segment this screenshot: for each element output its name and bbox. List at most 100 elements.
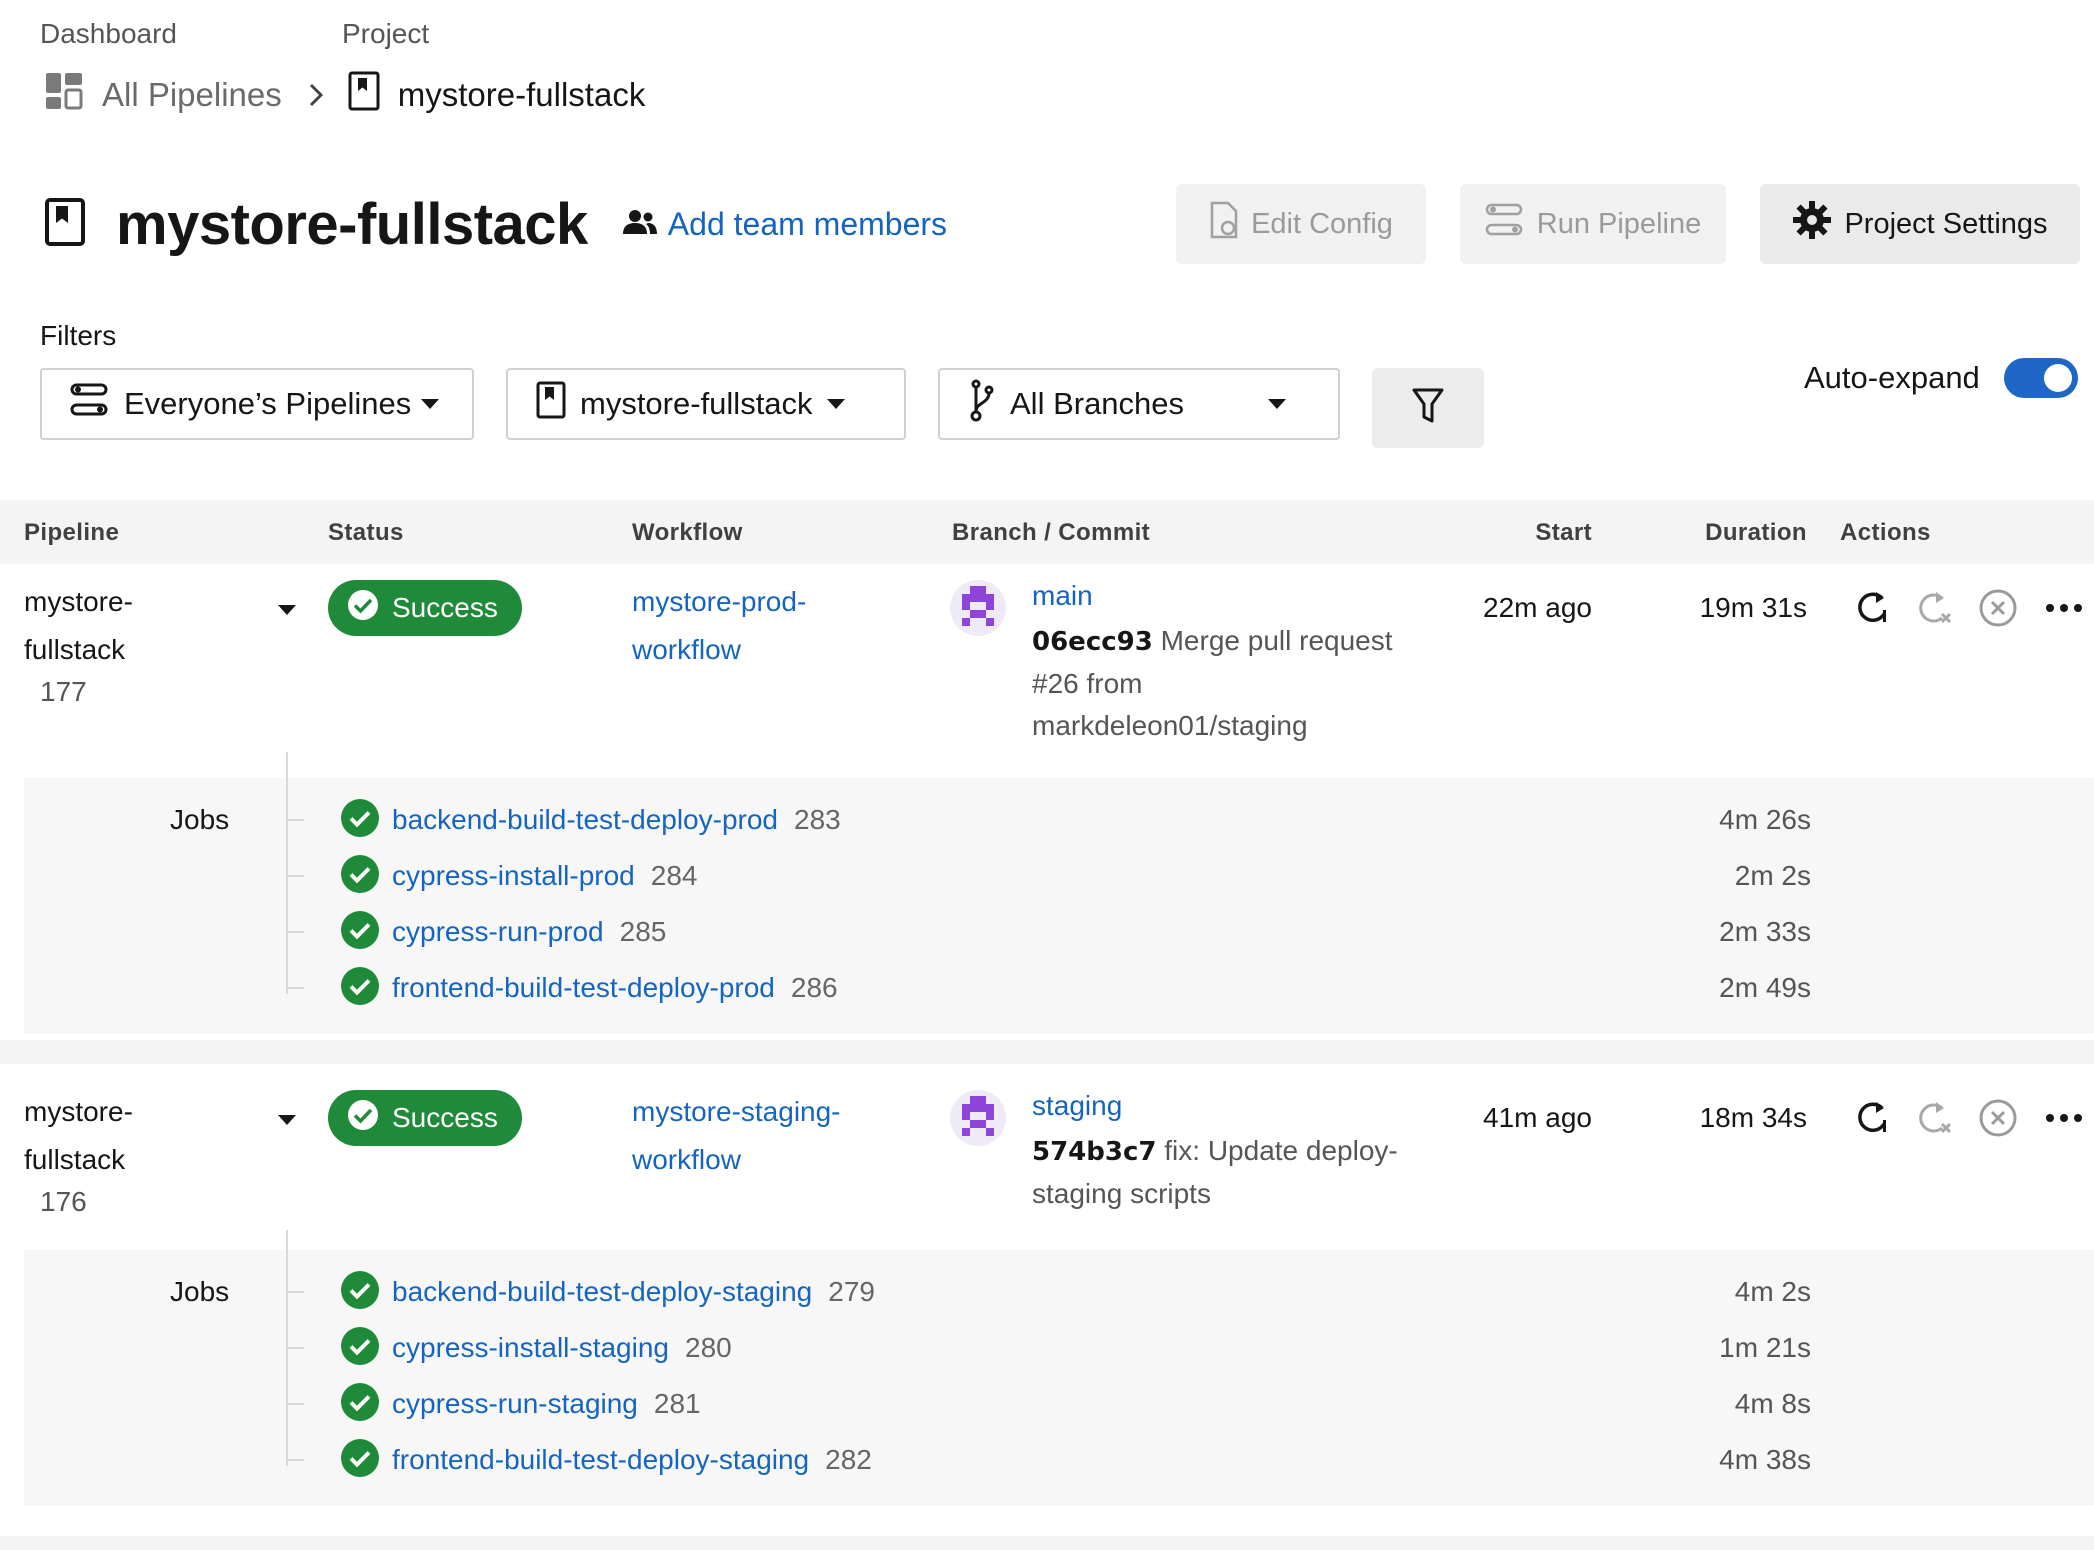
job-row[interactable]: frontend-build-test-deploy-staging 282 4m… — [24, 1432, 2094, 1488]
commit-sha: 574b3c7 — [1032, 1137, 1157, 1167]
job-row[interactable]: frontend-build-test-deploy-prod 286 2m 49… — [24, 960, 2094, 1016]
tree-branch — [286, 819, 304, 821]
branch-filter-select[interactable]: All Branches — [938, 368, 1340, 440]
project-settings-button[interactable]: Project Settings — [1760, 184, 2080, 264]
project-filter-value: mystore-fullstack — [580, 386, 813, 421]
more-actions-button[interactable] — [2044, 1100, 2084, 1141]
project-filter-select[interactable]: mystore-fullstack — [506, 368, 906, 440]
job-name[interactable]: cypress-install-staging — [392, 1332, 669, 1363]
pipeline-row: mystore- fullstack 176 Success mystore-s… — [0, 1074, 2094, 1550]
pipelines-filter-select[interactable]: Everyone’s Pipelines — [40, 368, 474, 440]
job-duration: 2m 33s — [1719, 916, 1811, 947]
project-icon — [536, 381, 566, 427]
job-number: 283 — [794, 804, 841, 835]
project-icon — [44, 197, 86, 252]
project-settings-label: Project Settings — [1844, 207, 2048, 240]
expand-caret-icon[interactable] — [278, 602, 296, 620]
row-divider — [0, 1536, 2094, 1550]
more-horizontal-icon — [2044, 1100, 2084, 1141]
job-row[interactable]: backend-build-test-deploy-staging 279 4m … — [24, 1264, 2094, 1320]
job-name[interactable]: frontend-build-test-deploy-prod — [392, 972, 775, 1003]
tree-branch — [286, 1459, 304, 1461]
rerun-failed-icon — [1914, 1098, 1956, 1143]
workflow-name-line: workflow — [632, 634, 741, 665]
job-row[interactable]: backend-build-test-deploy-prod 283 4m 26s — [24, 792, 2094, 848]
breadcrumb-all-pipelines[interactable]: All Pipelines — [44, 71, 282, 119]
header-status: Status — [328, 519, 404, 546]
edit-config-button[interactable]: Edit Config — [1176, 184, 1426, 264]
rerun-button[interactable] — [1852, 1098, 1892, 1143]
add-team-members-link[interactable]: Add team members — [622, 206, 947, 243]
cancel-button[interactable] — [1978, 1098, 2018, 1143]
job-row[interactable]: cypress-run-prod 285 2m 33s — [24, 904, 2094, 960]
dashboard-icon — [44, 71, 84, 119]
expand-caret-icon[interactable] — [278, 1112, 296, 1130]
rerun-button[interactable] — [1852, 588, 1892, 633]
status-badge[interactable]: Success — [328, 580, 522, 636]
start-time: 41m ago — [1483, 1102, 1592, 1133]
pipeline-name-line: fullstack — [24, 1144, 126, 1175]
cancel-circle-icon — [1978, 1098, 2018, 1143]
commit-message[interactable]: 06ecc93 Merge pull request #26 from mark… — [1032, 620, 1412, 747]
commit-message[interactable]: 574b3c7 fix: Update deploy- staging scri… — [1032, 1130, 1412, 1215]
branch-link[interactable]: staging — [1032, 1090, 1122, 1122]
check-circle-icon — [340, 1270, 380, 1315]
commit-sha: 06ecc93 — [1032, 627, 1153, 657]
pipeline-name[interactable]: mystore- fullstack — [24, 1088, 244, 1184]
cancel-circle-icon — [1978, 588, 2018, 633]
job-row[interactable]: cypress-install-staging 280 1m 21s — [24, 1320, 2094, 1376]
auto-expand-toggle[interactable] — [2003, 358, 2078, 398]
status-badge[interactable]: Success — [328, 1090, 522, 1146]
header-actions: Actions — [1840, 519, 1931, 546]
job-name[interactable]: cypress-install-prod — [392, 860, 635, 891]
job-name[interactable]: backend-build-test-deploy-prod — [392, 804, 778, 835]
status-label: Success — [392, 1102, 498, 1133]
project-icon — [348, 71, 380, 119]
duration: 19m 31s — [1699, 592, 1807, 623]
pipeline-name[interactable]: mystore- fullstack — [24, 578, 244, 674]
toggle-knob — [2043, 364, 2072, 392]
header-duration: Duration — [1705, 519, 1807, 546]
jobs-panel: Jobs backend-build-test-deploy-prod 283 4… — [24, 752, 2094, 1034]
pipeline-icon — [70, 383, 110, 425]
check-circle-icon — [340, 910, 380, 955]
commit-text: fix: Update deploy- — [1156, 1135, 1398, 1166]
job-name[interactable]: cypress-run-staging — [392, 1388, 638, 1419]
rerun-failed-button[interactable] — [1914, 588, 1956, 633]
breadcrumb: All Pipelines mystore-fullstack — [44, 71, 645, 119]
pipeline-name-line: mystore- — [24, 1096, 133, 1127]
filter-button[interactable] — [1372, 368, 1484, 448]
job-row[interactable]: cypress-run-staging 281 4m 8s — [24, 1376, 2094, 1432]
run-pipeline-button[interactable]: Run Pipeline — [1460, 184, 1726, 264]
caret-down-icon — [1268, 399, 1287, 409]
job-name[interactable]: backend-build-test-deploy-staging — [392, 1276, 812, 1307]
commit-text: staging scripts — [1032, 1178, 1211, 1209]
workflow-link[interactable]: mystore-prod- workflow — [632, 578, 872, 674]
tree-branch — [286, 1291, 304, 1293]
chevron-right-icon — [308, 82, 324, 108]
run-pipeline-label: Run Pipeline — [1536, 207, 1702, 240]
job-duration: 1m 21s — [1719, 1332, 1811, 1363]
branch-link[interactable]: main — [1032, 580, 1093, 612]
breadcrumb-project[interactable]: mystore-fullstack — [348, 71, 645, 119]
cancel-button[interactable] — [1978, 588, 2018, 633]
breadcrumb-all-pipelines-label: All Pipelines — [102, 76, 282, 113]
job-row[interactable]: cypress-install-prod 284 2m 2s — [24, 848, 2094, 904]
check-circle-icon — [340, 1326, 380, 1371]
job-name[interactable]: frontend-build-test-deploy-staging — [392, 1444, 809, 1475]
pipeline-name-line: mystore- — [24, 586, 133, 617]
job-number: 284 — [650, 860, 698, 891]
more-actions-button[interactable] — [2044, 590, 2084, 631]
avatar — [950, 580, 1006, 636]
duration: 18m 34s — [1699, 1102, 1807, 1133]
job-number: 280 — [685, 1332, 732, 1363]
rerun-failed-button[interactable] — [1914, 1098, 1956, 1143]
check-circle-icon — [340, 798, 380, 843]
tree-branch — [286, 987, 304, 989]
workflow-link[interactable]: mystore-staging- workflow — [632, 1088, 872, 1184]
pipelines-filter-value: Everyone’s Pipelines — [124, 386, 412, 421]
job-name[interactable]: cypress-run-prod — [392, 916, 604, 947]
header-branch-commit: Branch / Commit — [952, 519, 1151, 546]
status-label: Success — [392, 592, 498, 623]
row-divider — [0, 1040, 2094, 1064]
